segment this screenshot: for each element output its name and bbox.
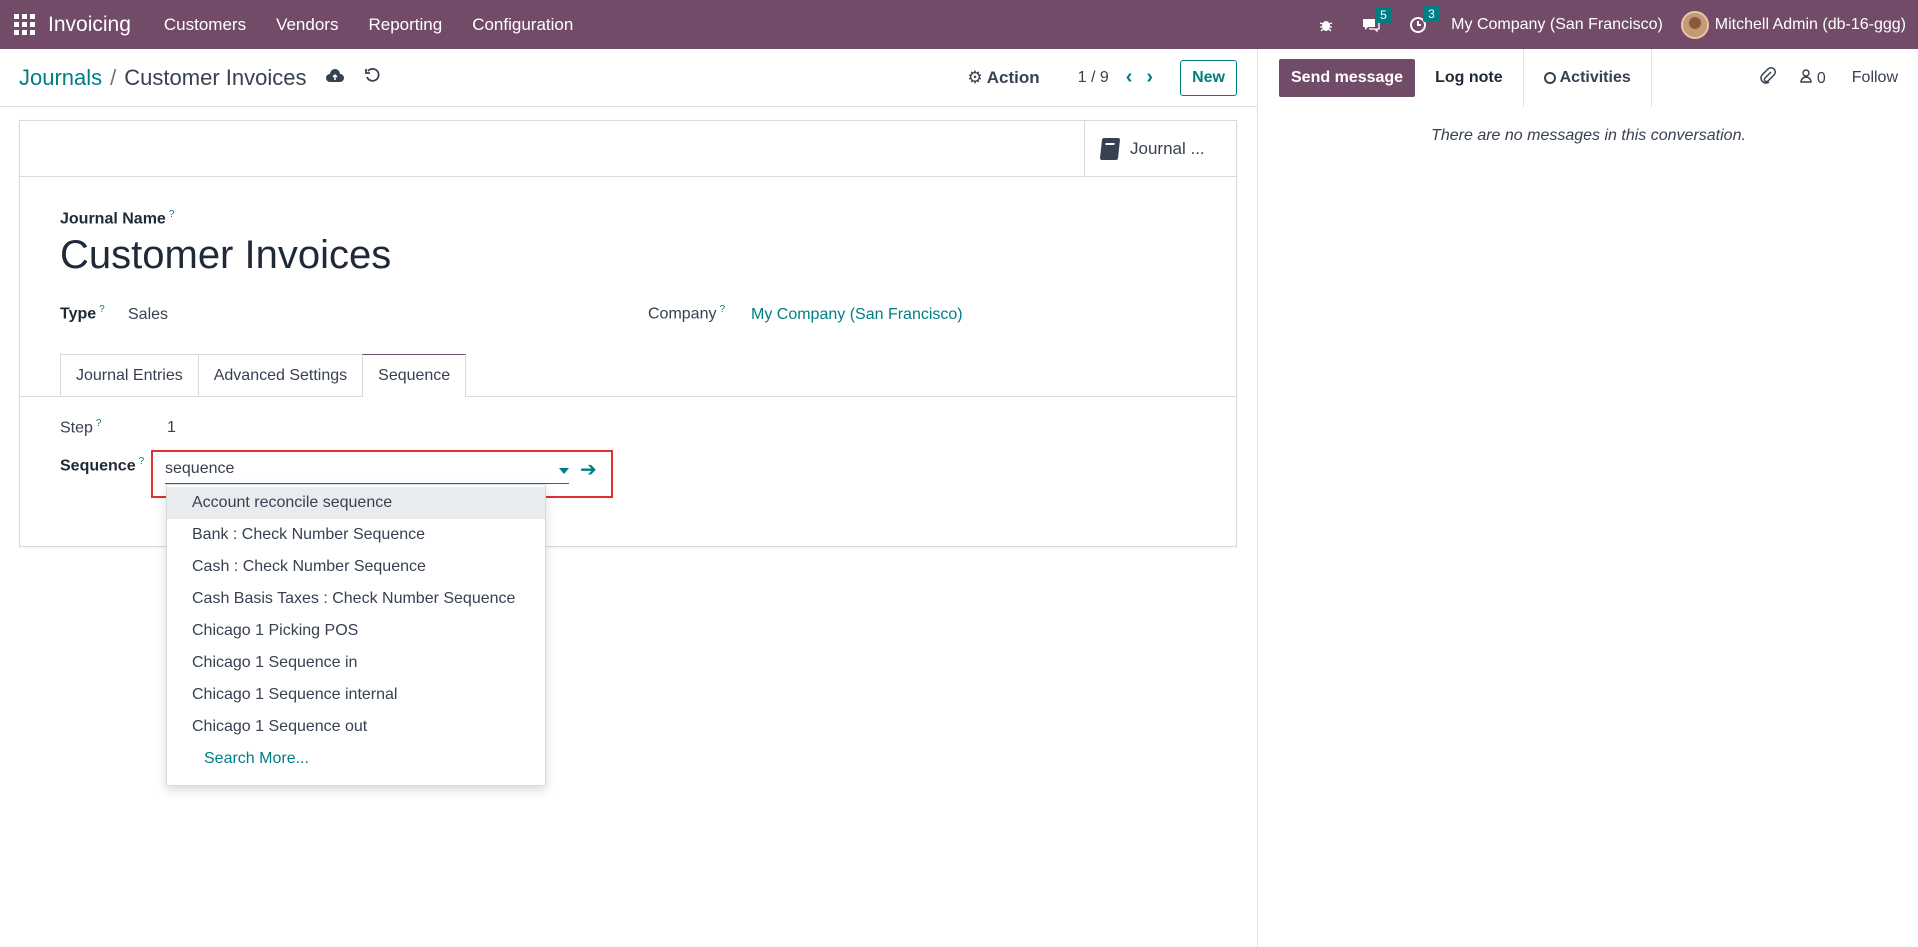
help-tooltip-icon[interactable]: ? (96, 418, 102, 429)
list-item[interactable]: Chicago 1 Sequence in (167, 647, 545, 679)
debug-bug-icon[interactable] (1319, 18, 1333, 32)
activities-clock-icon[interactable]: 3 (1409, 5, 1440, 34)
company-label: Company? (648, 304, 726, 323)
sequence-label: Sequence? (60, 456, 145, 475)
list-item[interactable]: Cash Basis Taxes : Check Number Sequence (167, 583, 545, 615)
help-tooltip-icon[interactable]: ? (139, 456, 145, 467)
top-navbar: Invoicing Customers Vendors Reporting Co… (0, 0, 1918, 49)
follow-button[interactable]: Follow (1852, 69, 1898, 87)
breadcrumb-journals[interactable]: Journals (19, 65, 102, 91)
user-avatar[interactable] (1680, 10, 1709, 39)
list-item[interactable]: Chicago 1 Picking POS (167, 615, 545, 647)
followers-button[interactable]: 0 (1800, 68, 1826, 88)
log-note-button[interactable]: Log note (1415, 49, 1523, 107)
sequence-input-text: sequence (165, 460, 235, 477)
type-label: Type? (60, 304, 105, 323)
company-value[interactable]: My Company (San Francisco) (751, 306, 963, 324)
step-value[interactable]: 1 (167, 419, 176, 437)
activities-badge: 3 (1423, 5, 1440, 22)
breadcrumb-current: Customer Invoices (124, 64, 307, 90)
smart-button-label: Journal ... (1130, 138, 1205, 158)
button-box: Journal ... (20, 121, 1236, 177)
new-button[interactable]: New (1180, 59, 1237, 96)
sequence-autocomplete-dropdown: Account reconcile sequence Bank : Check … (166, 484, 546, 786)
sequence-input[interactable]: sequence (165, 458, 569, 484)
list-item[interactable]: Account reconcile sequence (167, 487, 545, 519)
menu-reporting[interactable]: Reporting (353, 15, 457, 35)
journal-name-field[interactable]: Customer Invoices (60, 233, 391, 278)
help-tooltip-icon[interactable]: ? (169, 209, 175, 220)
type-value[interactable]: Sales (128, 306, 168, 324)
action-button[interactable]: ⚙ Action (967, 68, 1039, 88)
step-label: Step? (60, 418, 102, 437)
discard-undo-icon[interactable] (364, 67, 380, 88)
save-cloud-icon[interactable] (326, 68, 345, 88)
tab-journal-entries[interactable]: Journal Entries (60, 354, 199, 396)
company-switcher[interactable]: My Company (San Francisco) (1451, 16, 1663, 34)
paperclip-icon[interactable] (1760, 66, 1777, 90)
help-tooltip-icon[interactable]: ? (719, 304, 725, 315)
app-name[interactable]: Invoicing (48, 13, 131, 37)
menu-vendors[interactable]: Vendors (261, 15, 353, 35)
pager-value[interactable]: 1 / 9 (1078, 69, 1109, 87)
dropdown-caret-icon[interactable] (559, 468, 569, 474)
list-item[interactable]: Chicago 1 Sequence internal (167, 679, 545, 711)
clock-icon (1543, 72, 1556, 84)
send-message-button[interactable]: Send message (1279, 59, 1416, 97)
gear-icon: ⚙ (967, 67, 983, 87)
messages-badge: 5 (1375, 6, 1392, 23)
followers-count: 0 (1816, 69, 1826, 87)
control-panel: Journals / Customer Invoices ⚙ Action 1 … (0, 49, 1257, 107)
list-item[interactable]: Bank : Check Number Sequence (167, 519, 545, 551)
help-tooltip-icon[interactable]: ? (99, 304, 105, 315)
activities-button[interactable]: Activities (1522, 49, 1652, 107)
chatter-topbar: Send message Log note Activities 0 Follo… (1258, 49, 1918, 107)
messages-icon[interactable]: 5 (1361, 6, 1392, 33)
breadcrumb-separator: / (110, 64, 117, 90)
journal-name-label: Journal Name? (60, 209, 175, 228)
list-item[interactable]: Cash : Check Number Sequence (167, 551, 545, 583)
tab-divider (20, 396, 1236, 397)
user-menu[interactable]: Mitchell Admin (db-16-ggg) (1715, 16, 1906, 34)
list-item[interactable]: Chicago 1 Sequence out (167, 711, 545, 743)
tab-advanced-settings[interactable]: Advanced Settings (197, 354, 364, 396)
tab-sequence[interactable]: Sequence (362, 354, 467, 397)
form-sheet: Journal ... Journal Name? Customer Invoi… (19, 120, 1237, 547)
pager-next-icon[interactable]: › (1146, 66, 1153, 89)
book-icon (1099, 137, 1121, 160)
journal-smart-button[interactable]: Journal ... (1084, 121, 1236, 176)
notebook-tabs: Journal Entries Advanced Settings Sequen… (60, 354, 467, 397)
menu-configuration[interactable]: Configuration (457, 15, 588, 35)
open-record-arrow-icon[interactable]: ➔ (580, 457, 597, 482)
pager-previous-icon[interactable]: ‹ (1126, 66, 1133, 89)
menu-customers[interactable]: Customers (149, 15, 261, 35)
breadcrumb: Journals / Customer Invoices (19, 65, 306, 91)
chatter-panel: Send message Log note Activities 0 Follo… (1257, 49, 1918, 947)
apps-menu-icon[interactable] (14, 13, 36, 36)
empty-conversation-text: There are no messages in this conversati… (1431, 127, 1746, 144)
action-label: Action (986, 67, 1040, 87)
search-more-link[interactable]: Search More... (167, 743, 545, 775)
activities-label: Activities (1559, 69, 1631, 86)
